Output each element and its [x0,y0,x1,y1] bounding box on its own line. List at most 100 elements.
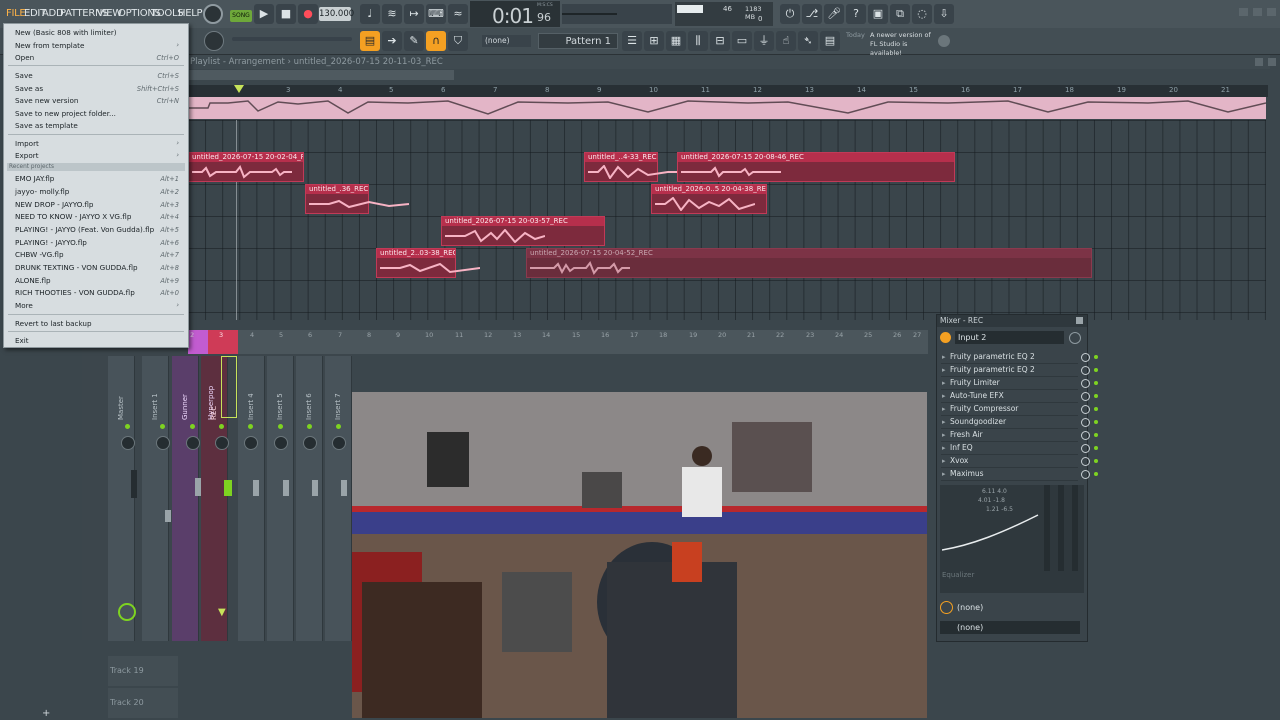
playhead-marker-icon[interactable] [234,85,244,93]
cursor-icon[interactable]: ➴ [798,31,818,51]
fx-led[interactable] [1094,420,1098,424]
fx-led[interactable] [1094,407,1098,411]
channel-led[interactable] [278,424,283,429]
plug-icon[interactable]: ⏚ [754,31,774,51]
menu-item-save[interactable]: Save [15,71,33,80]
snap-select[interactable]: (none) [482,35,531,47]
fx-slot[interactable]: Soundgoodizer [941,416,1098,429]
browser-list-icon[interactable]: ▤ [820,31,840,51]
help-icon[interactable]: ? [846,4,866,24]
menu-file[interactable]: FILE [6,8,26,19]
fx-slot[interactable]: Fruity parametric EQ 2 [941,364,1098,377]
menu-item-exit[interactable]: Exit [15,336,29,345]
menu-item-new[interactable]: New (Basic 808 with limiter) [15,28,117,37]
audio-clip[interactable]: untitled_2026-07-15 20-02-04_REC [188,152,304,182]
file-icon[interactable]: ▭ [732,31,752,51]
menu-item-save-new-version[interactable]: Save new version [15,96,78,105]
fx-toggle[interactable] [1081,405,1090,414]
pan-knob[interactable] [274,436,288,450]
add-track-icon[interactable]: + [42,708,50,719]
recent-project-item[interactable]: DRUNK TEXTING - VON GUDDA.flp [15,263,138,272]
fx-slot[interactable]: Fruity Limiter [941,377,1098,390]
close-icon[interactable] [1267,8,1276,16]
metronome-icon[interactable]: ♩ [360,4,380,24]
input-settings-icon[interactable] [1069,332,1081,344]
fx-toggle[interactable] [1081,418,1090,427]
channel-led[interactable] [219,424,224,429]
menu-item-save-as-template[interactable]: Save as template [15,121,78,130]
recent-project-item[interactable]: jayyo- molly.flp [15,187,69,196]
menu-item-export[interactable]: Export [15,151,39,160]
magnet-icon[interactable]: ∩ [426,31,446,51]
recent-project-item[interactable]: EMO JAY.flp [15,174,54,183]
stop-icon[interactable]: ■ [276,4,296,24]
menu-item-more[interactable]: More [15,301,33,310]
fx-slot[interactable]: Xvox [941,455,1098,468]
menu-item-open[interactable]: Open [15,53,34,62]
fx-toggle[interactable] [1081,470,1090,479]
playlist-scrollbar[interactable] [188,70,454,80]
news-refresh-icon[interactable] [938,35,950,47]
volume-fader[interactable] [195,478,201,496]
output-1[interactable]: (none) [957,603,983,612]
mixer-icon[interactable]: ⫼ [688,31,708,51]
pan-knob[interactable] [156,436,170,450]
touch-icon[interactable]: ☝ [776,31,796,51]
master-volume-slider[interactable] [232,37,352,41]
route-down-icon[interactable]: ▼ [218,607,226,618]
countdown-icon[interactable]: ↦ [404,4,424,24]
channel-led[interactable] [307,424,312,429]
channel-led[interactable] [336,424,341,429]
fx-toggle[interactable] [1081,353,1090,362]
playlist-toggle-icon[interactable]: ▤ [360,31,380,51]
eq-fader[interactable] [1058,485,1064,571]
pan-knob[interactable] [332,436,346,450]
fx-toggle[interactable] [1081,392,1090,401]
playlist-icon[interactable]: ☰ [622,31,642,51]
track-label[interactable]: Track 19 [108,656,178,686]
recent-project-item[interactable]: CHBW -VG.flp [15,250,64,259]
recent-project-item[interactable]: PLAYING! - JAYYO (Feat. Von Gudda).flp [15,225,154,234]
fx-toggle[interactable] [1081,444,1090,453]
recent-project-item[interactable]: NEW DROP - JAYYO.flp [15,200,93,209]
menu-help[interactable]: HELP [178,8,203,19]
audio-clip[interactable]: untitled_2026-07-15 20-04-52_REC [526,248,1092,278]
volume-fader[interactable] [312,480,318,496]
volume-fader[interactable] [165,510,171,522]
fx-led[interactable] [1094,368,1098,372]
recent-project-item[interactable]: ALONE.flp [15,276,51,285]
fx-slot[interactable]: Fresh Air [941,429,1098,442]
tempo-display[interactable]: 130.000 [319,7,354,21]
timeline-ruler[interactable]: 3 4 5 6 7 8 9 10 11 12 13 14 15 16 17 18… [188,85,1268,97]
volume-fader-active[interactable] [224,480,232,496]
pattern-select[interactable]: Pattern 1 [538,33,618,49]
pencil-icon[interactable]: ✎ [404,31,424,51]
channel-led[interactable] [190,424,195,429]
master-pitch-slider[interactable] [562,13,617,15]
recent-project-item[interactable]: PLAYING! - JAYYO.flp [15,238,87,247]
fx-led[interactable] [1094,472,1098,476]
volume-fader[interactable] [283,480,289,496]
pan-knob[interactable] [215,436,229,450]
blend-notes-icon[interactable]: ≈ [448,4,468,24]
chat-icon[interactable]: ◌ [912,4,932,24]
audio-clip[interactable]: untitled_2026-07-15 20-08-46_REC [677,152,955,182]
recent-project-item[interactable]: RICH THOOTIES - VON GUDDA.flp [15,288,135,297]
volume-fader[interactable] [253,480,259,496]
pat-song-switch-icon[interactable] [203,4,223,24]
mixer-insert-close-icon[interactable] [1076,317,1083,324]
browser-icon[interactable]: ⊟ [710,31,730,51]
stamp-icon[interactable]: ⛉ [448,31,468,51]
maximize-icon[interactable] [1253,8,1262,16]
fx-slot[interactable]: Maximus [941,468,1098,481]
master-volume-knob[interactable] [204,31,224,51]
audio-clip[interactable]: untitled_.36_REC [305,184,409,214]
fx-led[interactable] [1094,394,1098,398]
playlist-title-bar[interactable]: Playlist - Arrangement › untitled_2026-0… [188,55,1270,69]
fx-led[interactable] [1094,459,1098,463]
master-recording-track[interactable] [188,97,1267,119]
menu-item-revert[interactable]: Revert to last backup [15,319,92,328]
fx-slot[interactable]: Fruity parametric EQ 2 [941,351,1098,364]
menu-item-save-as[interactable]: Save as [15,84,43,93]
output-select[interactable]: (none) [940,621,1080,634]
